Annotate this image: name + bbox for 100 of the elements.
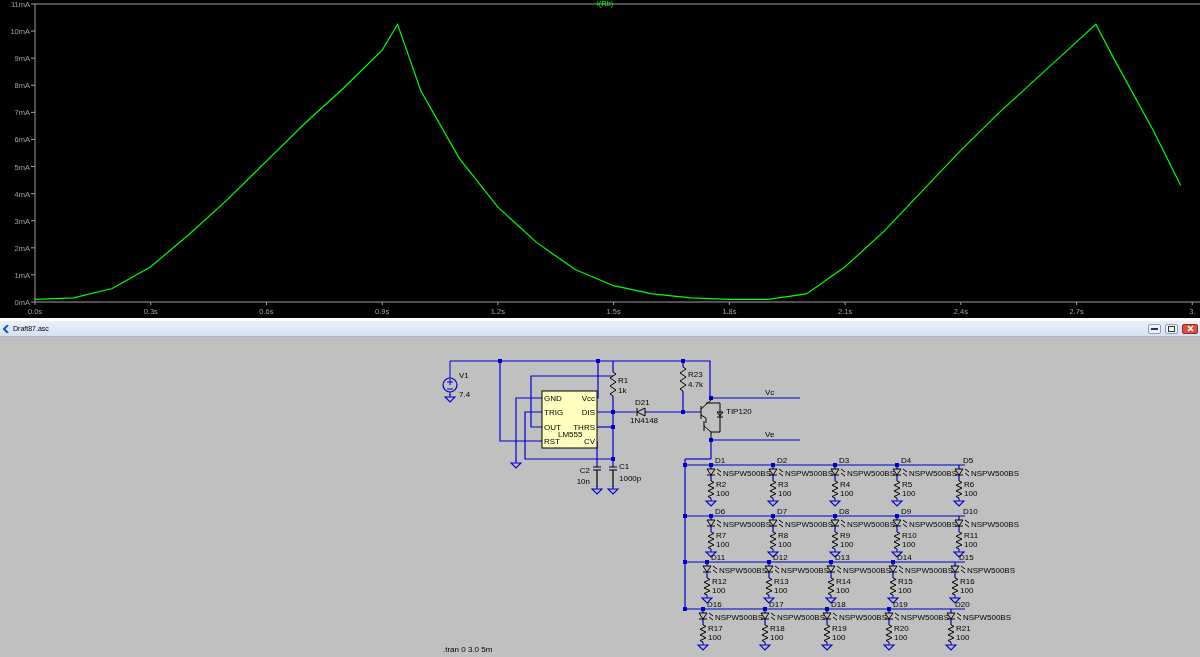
component-value: 100 (712, 586, 726, 595)
component-label: R21 (956, 624, 971, 633)
component-value: 100 (956, 633, 970, 642)
component-value: NSPW500BS (785, 520, 834, 529)
component-value: 1k (618, 386, 627, 395)
resistor-symbol (893, 480, 901, 499)
capacitor-symbol (608, 466, 618, 488)
component-value: NSPW500BS (963, 613, 1012, 622)
net-label: Vc (765, 388, 775, 397)
component-label: R16 (960, 577, 975, 586)
component-value: 100 (960, 586, 974, 595)
component-value: NSPW500BS (785, 469, 834, 478)
component-label: D19 (893, 600, 908, 609)
resistor-symbol (699, 624, 707, 643)
component-label: D8 (839, 507, 850, 516)
pin-label: THRS (573, 423, 595, 432)
component-label: R2 (716, 480, 727, 489)
ground-symbol (607, 485, 620, 495)
pin-label: RST (544, 437, 560, 446)
ground-symbol (891, 497, 904, 507)
component-label: R17 (708, 624, 723, 633)
resistor-symbol (831, 531, 839, 550)
capacitor-symbol (592, 466, 602, 488)
component-value: 100 (894, 633, 908, 642)
ground-symbol (953, 497, 966, 507)
component-label: D15 (959, 553, 974, 562)
component-label: V1 (459, 371, 469, 380)
component-value: 1000p (619, 474, 642, 483)
diode-symbol (636, 407, 646, 417)
led-symbol (698, 612, 714, 621)
resistor-symbol (707, 531, 715, 550)
component-value: 100 (774, 586, 788, 595)
component-value: 100 (964, 489, 978, 498)
component-label: D20 (955, 600, 970, 609)
component-label: R8 (778, 531, 789, 540)
component-value: NSPW500BS (905, 566, 954, 575)
component-value: 100 (708, 633, 722, 642)
resistor-symbol (765, 577, 773, 596)
component-label: R14 (836, 577, 851, 586)
component-label: D2 (777, 456, 788, 465)
component-label: D5 (963, 456, 974, 465)
ground-symbol (949, 594, 962, 604)
component-value: NSPW500BS (781, 566, 830, 575)
component-value: NSPW500BS (909, 520, 958, 529)
component-label: R12 (712, 577, 727, 586)
voltage-source-symbol (442, 360, 458, 396)
component-value: NSPW500BS (847, 469, 896, 478)
ic-part-label: LM555 (558, 430, 583, 439)
component-value: NSPW500BS (971, 469, 1020, 478)
resistor-symbol (609, 371, 617, 397)
resistor-symbol (951, 577, 959, 596)
component-label: D9 (901, 507, 912, 516)
ground-symbol (887, 594, 900, 604)
ground-symbol (705, 497, 718, 507)
resistor-symbol (823, 624, 831, 643)
pin-label: TRIG (544, 408, 564, 417)
component-label: D21 (635, 398, 650, 407)
component-label: R7 (716, 531, 727, 540)
component-value: 100 (836, 586, 850, 595)
pin-label: OUT (544, 423, 561, 432)
component-label: R6 (964, 480, 975, 489)
component-label: D18 (831, 600, 846, 609)
resistor-symbol (955, 480, 963, 499)
close-icon (1186, 325, 1194, 332)
component-value: NSPW500BS (723, 520, 772, 529)
component-value: 7.4 (459, 390, 471, 399)
component-value: 100 (898, 586, 912, 595)
component-label: R20 (894, 624, 909, 633)
resistor-symbol (769, 531, 777, 550)
component-value: NSPW500BS (847, 520, 896, 529)
resistor-symbol (831, 480, 839, 499)
transistor-symbol (700, 397, 724, 441)
resistor-symbol (761, 624, 769, 643)
component-value: NSPW500BS (723, 469, 772, 478)
led-symbol (702, 565, 718, 574)
ground-symbol (821, 641, 834, 651)
minimize-button[interactable] (1148, 323, 1161, 334)
component-value: 100 (778, 540, 792, 549)
ground-symbol (763, 594, 776, 604)
component-label: R19 (832, 624, 847, 633)
component-value: 100 (902, 540, 916, 549)
close-button[interactable] (1182, 323, 1198, 334)
component-value: 100 (832, 633, 846, 642)
component-value: NSPW500BS (777, 613, 826, 622)
ground-symbol (945, 641, 958, 651)
component-value: NSPW500BS (839, 613, 888, 622)
component-label: C2 (579, 466, 590, 475)
component-value: 100 (840, 540, 854, 549)
component-value: TIP120 (726, 407, 752, 416)
component-label: D16 (707, 600, 722, 609)
ground-symbol (825, 594, 838, 604)
restore-button[interactable] (1165, 323, 1178, 334)
resistor-symbol (885, 624, 893, 643)
component-label: R18 (770, 624, 785, 633)
pin-label: DIS (581, 408, 595, 417)
resistor-symbol (707, 480, 715, 499)
ground-symbol (759, 641, 772, 651)
minimize-icon (1151, 327, 1158, 330)
component-value: NSPW500BS (719, 566, 768, 575)
component-value: 100 (770, 633, 784, 642)
